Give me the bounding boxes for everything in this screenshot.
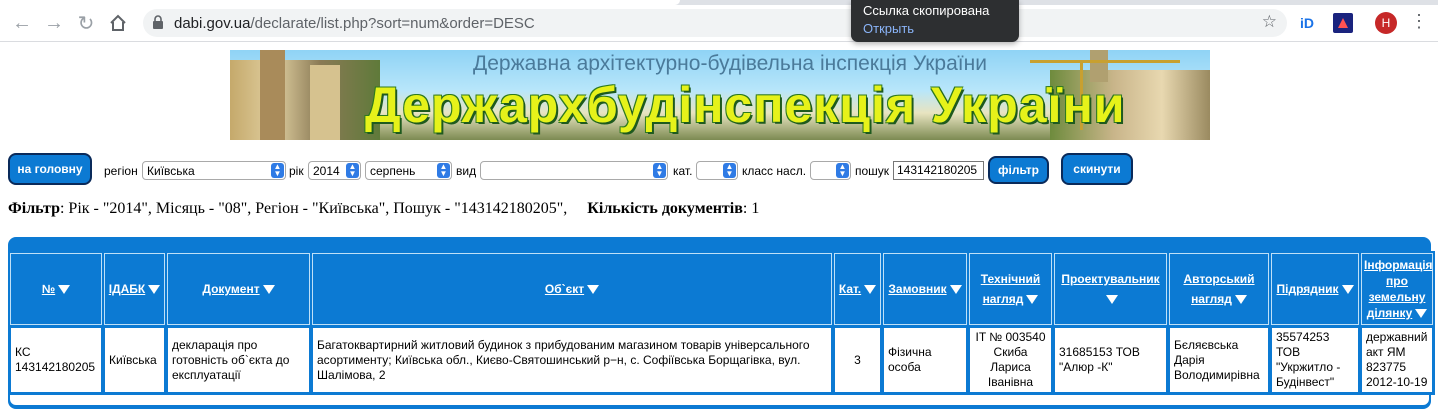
filter-button[interactable]: фільтр xyxy=(988,156,1049,184)
header-customer[interactable]: Замовник xyxy=(883,253,967,325)
site-banner: Державна архітектурно-будівельна інспекц… xyxy=(230,50,1210,140)
type-select[interactable]: ▲ ▼ xyxy=(480,161,668,180)
cell-category: 3 xyxy=(834,327,881,393)
header-label: № xyxy=(41,282,56,296)
table-header-row: № ІДАБК Документ Об`єкт Кат. Замовник Те… xyxy=(10,253,1433,325)
select-arrows-icon: ▲ ▼ xyxy=(437,163,450,178)
back-arrow-icon[interactable]: ← xyxy=(8,9,36,37)
class-select[interactable]: ▲ ▼ xyxy=(810,161,851,180)
sort-desc-icon xyxy=(1415,309,1428,319)
home-icon[interactable] xyxy=(104,9,132,37)
extension-two-icon[interactable] xyxy=(1333,13,1353,33)
category-select[interactable]: ▲ ▼ xyxy=(696,161,738,180)
toast-title: Ссылка скопирована xyxy=(863,3,990,18)
cell-idabk: Київська xyxy=(104,327,165,393)
browser-toolbar: ← → ↻ dabi.gov.ua/declarate/list.php?sor… xyxy=(0,5,1438,42)
extension-id-icon[interactable]: iD xyxy=(1300,13,1314,33)
header-number[interactable]: № xyxy=(10,253,102,325)
cell-object: Багатоквартирний житловий будинок з приб… xyxy=(312,327,832,393)
url-text: dabi.gov.ua/declarate/list.php?sort=num&… xyxy=(174,15,535,32)
sort-desc-icon xyxy=(949,285,962,295)
lock-icon[interactable] xyxy=(153,15,163,29)
filter-summary-text: : Рік - "2014", Місяць - "08", Регіон - … xyxy=(59,200,568,217)
class-label: класс насл. xyxy=(742,164,807,178)
select-arrows-icon: ▲ ▼ xyxy=(346,163,359,178)
filter-summary: Фільтр: Рік - "2014", Місяць - "08", Рег… xyxy=(8,200,759,218)
header-object[interactable]: Об`єкт xyxy=(312,253,832,325)
search-input[interactable]: 143142180205 xyxy=(893,161,984,180)
cell-author-supervision: Бєляєвська Дарія Володимирівна xyxy=(1169,327,1269,393)
avatar[interactable]: H xyxy=(1375,12,1397,34)
document-count-value: : 1 xyxy=(742,200,760,217)
header-designer[interactable]: Проектувальник xyxy=(1054,253,1167,325)
header-author-supervision[interactable]: Авторський нагляд xyxy=(1169,253,1269,325)
cell-number: КС 143142180205 xyxy=(10,327,102,393)
month-select[interactable]: серпень ▲ ▼ xyxy=(365,161,452,180)
cell-customer: Фізична особа xyxy=(883,327,967,393)
banner-crane xyxy=(1030,60,1180,63)
header-land-info[interactable]: Інформація про земельну ділянку xyxy=(1361,253,1433,325)
header-label: Підрядник xyxy=(1276,282,1339,296)
results-table-container: № ІДАБК Документ Об`єкт Кат. Замовник Те… xyxy=(8,237,1435,409)
sort-desc-icon xyxy=(58,285,71,295)
search-label: пошук xyxy=(855,164,890,178)
region-label: регіон xyxy=(104,164,138,178)
sort-desc-icon xyxy=(864,285,877,295)
region-select[interactable]: Київська ▲ ▼ xyxy=(142,161,286,180)
category-label: кат. xyxy=(673,164,693,178)
year-select-value: 2014 xyxy=(313,164,340,178)
cell-land-info: державний акт ЯМ 823775 2012-10-19 xyxy=(1361,327,1433,393)
table-row: КС 143142180205 Київська декларація про … xyxy=(10,327,1433,393)
header-category[interactable]: Кат. xyxy=(834,253,881,325)
results-table: № ІДАБК Документ Об`єкт Кат. Замовник Те… xyxy=(8,251,1435,395)
month-select-value: серпень xyxy=(370,164,416,178)
cell-tech-supervision: IT № 003540 Скиба Лариса Іванівна xyxy=(969,327,1052,393)
sort-desc-icon xyxy=(1234,295,1247,305)
reload-icon[interactable]: ↻ xyxy=(72,9,100,37)
address-bar[interactable]: dabi.gov.ua/declarate/list.php?sort=num&… xyxy=(143,9,1287,37)
kebab-menu-icon[interactable]: ⋮ xyxy=(1410,11,1428,32)
filter-summary-label: Фільтр xyxy=(8,200,60,217)
select-arrows-icon: ▲ ▼ xyxy=(723,163,736,178)
sort-desc-icon xyxy=(587,285,600,295)
cell-document: декларація про готовність об`єкта до екс… xyxy=(167,327,310,393)
star-icon[interactable]: ☆ xyxy=(1262,12,1277,32)
banner-subtitle: Державна архітектурно-будівельна інспекц… xyxy=(473,52,987,75)
sort-desc-icon xyxy=(1341,285,1354,295)
type-label: вид xyxy=(456,164,477,178)
header-label: Замовник xyxy=(888,282,947,296)
sort-desc-icon xyxy=(262,285,275,295)
select-arrows-icon: ▲ ▼ xyxy=(836,163,849,178)
select-arrows-icon: ▲ ▼ xyxy=(653,163,666,178)
header-label: Документ xyxy=(202,282,260,296)
banner-title: Держархбудінспекція України xyxy=(365,77,1126,133)
forward-arrow-icon[interactable]: → xyxy=(40,9,68,37)
document-count-label: Кількість документів xyxy=(587,200,743,217)
cell-contractor: 35574253 ТОВ "Укржитло - Будінвест" xyxy=(1271,327,1359,393)
sort-desc-icon xyxy=(1026,295,1039,305)
select-arrows-icon: ▲ ▼ xyxy=(271,163,284,178)
toast-open-link[interactable]: Открыть xyxy=(863,20,1007,38)
sort-desc-icon xyxy=(1106,295,1118,305)
header-contractor[interactable]: Підрядник xyxy=(1271,253,1359,325)
year-label: рік xyxy=(289,164,304,178)
year-select[interactable]: 2014 ▲ ▼ xyxy=(308,161,361,180)
header-idabk[interactable]: ІДАБК xyxy=(104,253,165,325)
header-label: Кат. xyxy=(838,282,862,296)
region-select-value: Київська xyxy=(147,164,195,178)
reset-button[interactable]: скинути xyxy=(1061,153,1133,185)
banner-buildings-left xyxy=(230,50,380,140)
header-label: ІДАБК xyxy=(108,282,146,296)
header-label: Проектувальник xyxy=(1061,272,1160,286)
home-page-button[interactable]: на головну xyxy=(8,153,92,185)
table-footer xyxy=(8,395,1431,407)
cell-designer: 31685153 ТОВ "Алюр -К" xyxy=(1054,327,1167,393)
header-tech-supervision[interactable]: Технічний нагляд xyxy=(969,253,1052,325)
sort-desc-icon xyxy=(148,285,161,295)
header-label: Об`єкт xyxy=(544,282,585,296)
link-copied-toast: Ссылка скопирована Открыть xyxy=(851,0,1019,42)
header-document[interactable]: Документ xyxy=(167,253,310,325)
